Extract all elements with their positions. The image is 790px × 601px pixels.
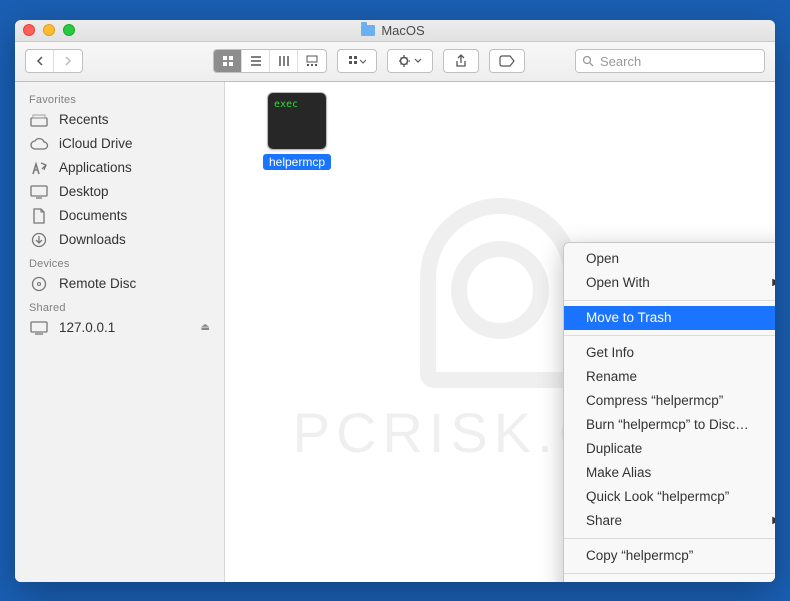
traffic-lights — [23, 24, 75, 36]
search-icon — [582, 55, 594, 67]
menu-separator — [564, 300, 775, 301]
zoom-window-button[interactable] — [63, 24, 75, 36]
menu-item[interactable]: Open With▶ — [564, 271, 775, 295]
disc-icon — [29, 276, 49, 292]
menu-item[interactable]: Make Alias — [564, 461, 775, 485]
icon-view-button[interactable] — [214, 50, 242, 72]
downloads-icon — [29, 232, 49, 248]
sidebar: Favorites Recents iCloud Drive Applicati… — [15, 82, 225, 582]
tag-icon — [499, 55, 515, 67]
menu-item[interactable]: Share▶ — [564, 509, 775, 533]
menu-item[interactable]: Rename — [564, 365, 775, 389]
minimize-window-button[interactable] — [43, 24, 55, 36]
sidebar-item-desktop[interactable]: Desktop — [15, 180, 224, 204]
sidebar-item-downloads[interactable]: Downloads — [15, 228, 224, 252]
back-button[interactable] — [26, 50, 54, 72]
file-item[interactable]: exec helpermcp — [251, 92, 343, 170]
toolbar: Search — [15, 42, 775, 82]
menu-separator — [564, 335, 775, 336]
file-name-label[interactable]: helpermcp — [263, 154, 331, 170]
folder-icon — [361, 25, 375, 36]
desktop-icon — [29, 184, 49, 200]
column-view-button[interactable] — [270, 50, 298, 72]
menu-item[interactable]: Move to Trash — [564, 306, 775, 330]
action-button[interactable] — [388, 50, 432, 72]
menu-item[interactable]: Open — [564, 247, 775, 271]
tags-button[interactable] — [489, 49, 525, 73]
titlebar: MacOS — [15, 20, 775, 42]
sidebar-item-icloud[interactable]: iCloud Drive — [15, 132, 224, 156]
close-window-button[interactable] — [23, 24, 35, 36]
share-icon — [454, 54, 468, 68]
action-group — [387, 49, 433, 73]
sidebar-item-shared-host[interactable]: 127.0.0.1⏏ — [15, 316, 224, 340]
arrange-group — [337, 49, 377, 73]
applications-icon — [29, 160, 49, 176]
context-menu: OpenOpen With▶ Move to Trash Get InfoRenam… — [563, 242, 775, 582]
search-placeholder: Search — [600, 54, 641, 69]
menu-item[interactable]: Quick Look “helpermcp” — [564, 485, 775, 509]
sidebar-item-applications[interactable]: Applications — [15, 156, 224, 180]
submenu-arrow-icon: ▶ — [772, 273, 775, 293]
view-mode-group — [213, 49, 327, 73]
nav-buttons — [25, 49, 83, 73]
menu-separator — [564, 538, 775, 539]
sidebar-section-devices: Devices — [15, 252, 224, 272]
window-title: MacOS — [381, 23, 424, 38]
sidebar-item-recents[interactable]: Recents — [15, 108, 224, 132]
forward-button[interactable] — [54, 50, 82, 72]
menu-item[interactable]: Burn “helpermcp” to Disc… — [564, 413, 775, 437]
sidebar-section-favorites: Favorites — [15, 88, 224, 108]
submenu-arrow-icon: ▶ — [772, 511, 775, 531]
finder-window: MacOS Search — [15, 20, 775, 582]
gallery-view-button[interactable] — [298, 50, 326, 72]
eject-icon[interactable]: ⏏ — [201, 322, 210, 333]
list-view-button[interactable] — [242, 50, 270, 72]
menu-item[interactable]: Copy “helpermcp” — [564, 544, 775, 568]
recents-icon — [29, 112, 49, 128]
menu-item[interactable]: Duplicate — [564, 437, 775, 461]
menu-separator — [564, 573, 775, 574]
menu-item[interactable]: Compress “helpermcp” — [564, 389, 775, 413]
sidebar-section-shared: Shared — [15, 296, 224, 316]
sidebar-item-remote-disc[interactable]: Remote Disc — [15, 272, 224, 296]
chevron-down-icon — [414, 58, 422, 64]
search-field[interactable]: Search — [575, 49, 765, 73]
arrange-button[interactable] — [338, 50, 376, 72]
menu-item[interactable]: Get Info — [564, 341, 775, 365]
documents-icon — [29, 208, 49, 224]
monitor-icon — [29, 320, 49, 336]
gear-icon — [398, 54, 412, 68]
exec-file-icon: exec — [267, 92, 327, 150]
menu-item[interactable]: Clean Up Selection — [564, 579, 775, 582]
share-button[interactable] — [443, 49, 479, 73]
sidebar-item-documents[interactable]: Documents — [15, 204, 224, 228]
content-area[interactable]: PCRISK.COM exec helpermcp OpenOpen With▶… — [225, 82, 775, 582]
cloud-icon — [29, 136, 49, 152]
